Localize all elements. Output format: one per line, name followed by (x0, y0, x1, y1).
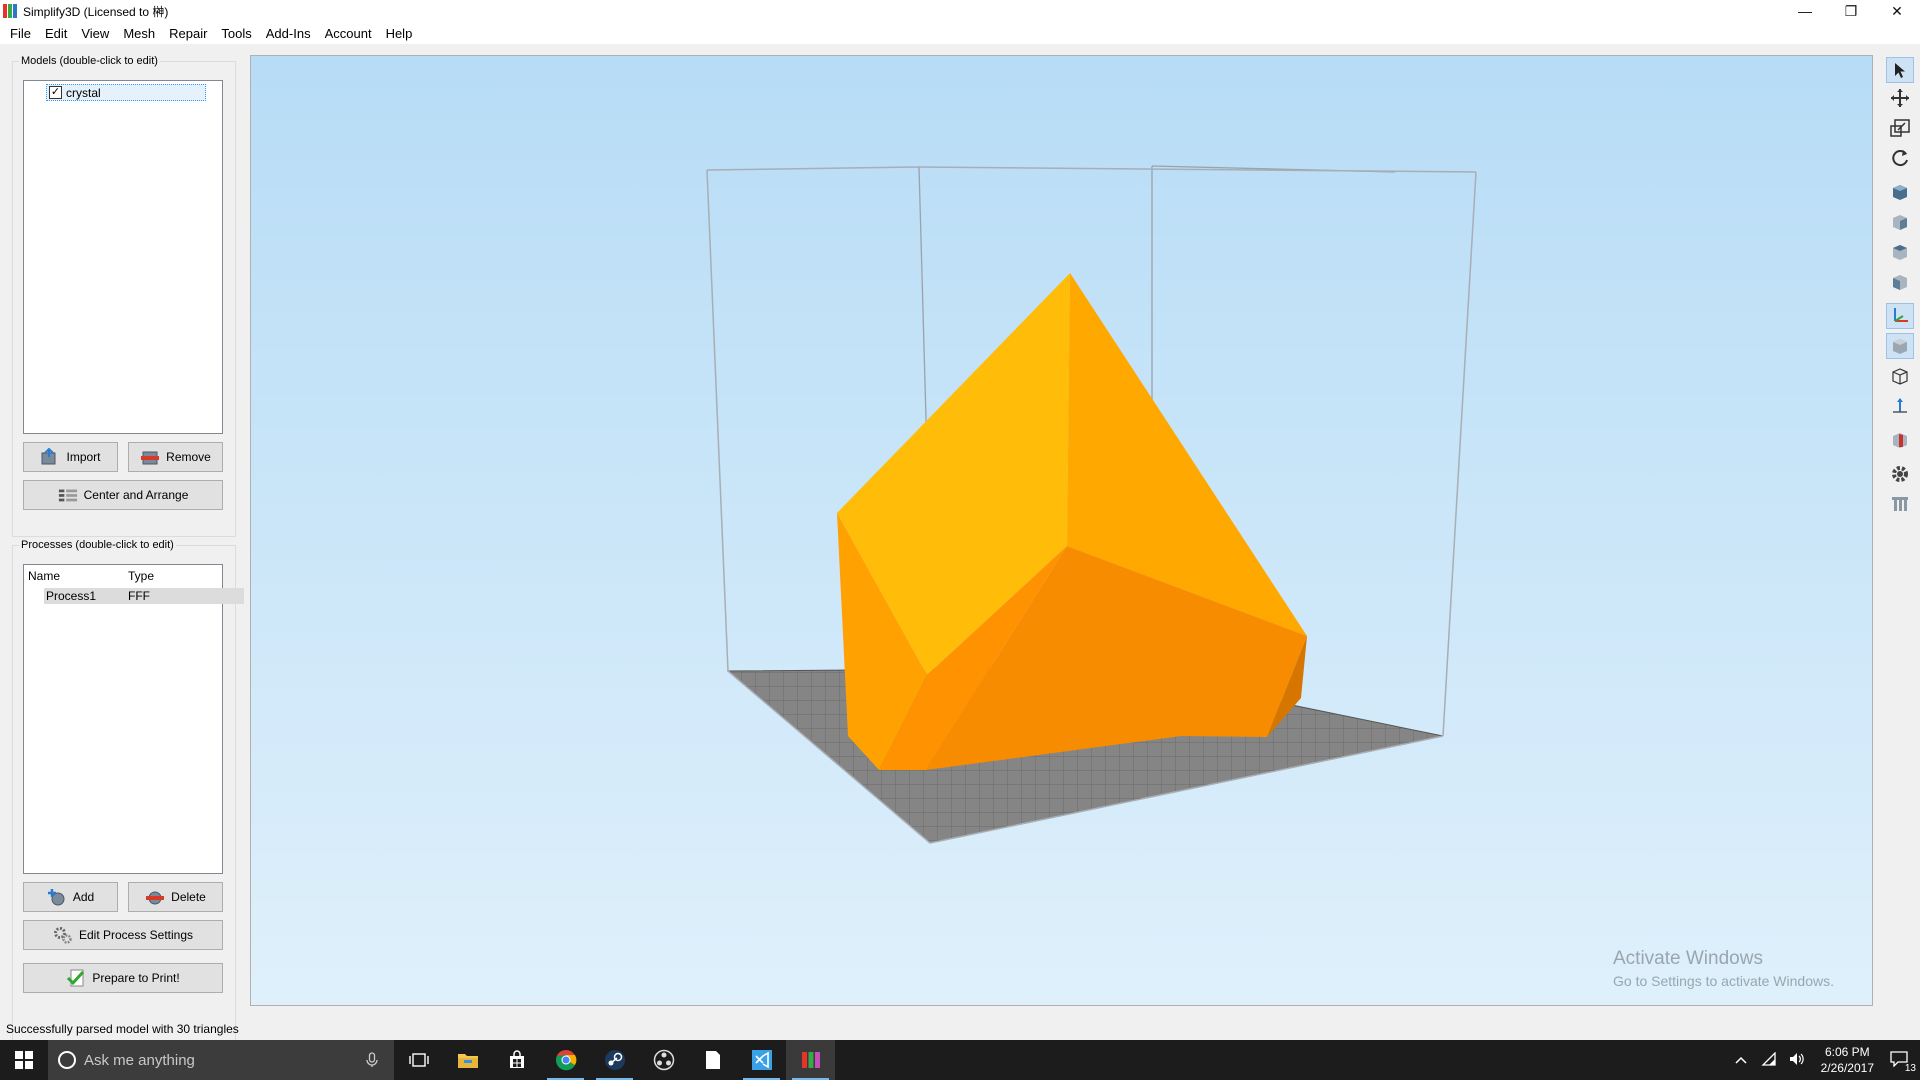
column-header-type[interactable]: Type (128, 569, 154, 583)
view-side-icon[interactable] (1886, 269, 1914, 295)
menu-bar: File Edit View Mesh Repair Tools Add-Ins… (0, 22, 1920, 44)
remove-icon (140, 448, 160, 466)
taskbar-clock[interactable]: 6:06 PM 2/26/2017 (1811, 1044, 1884, 1076)
microphone-icon[interactable] (366, 1052, 378, 1072)
models-group: Models (double-click to edit) ✓ crystal … (12, 55, 236, 537)
wireframe-view-icon[interactable] (1886, 363, 1914, 389)
clock-date: 2/26/2017 (1820, 1061, 1874, 1075)
processes-group: Processes (double-click to edit) Name Ty… (12, 539, 244, 1050)
obs-icon[interactable] (639, 1040, 688, 1080)
import-button[interactable]: Import (23, 442, 118, 472)
notification-count-badge: 13 (1904, 1062, 1916, 1074)
menu-add-ins[interactable]: Add-Ins (259, 26, 318, 41)
watermark-title: Activate Windows (1613, 948, 1763, 969)
store-icon[interactable] (492, 1040, 541, 1080)
delete-process-button[interactable]: Delete (128, 882, 223, 912)
menu-mesh[interactable]: Mesh (116, 26, 162, 41)
menu-view[interactable]: View (74, 26, 116, 41)
processes-table[interactable]: Name Type Process1 FFF (23, 564, 244, 874)
status-message: Successfully parsed model with 30 triang… (6, 1022, 239, 1036)
3d-viewport[interactable]: Activate Windows Go to Settings to activ… (250, 55, 1873, 1006)
close-button[interactable]: ✕ (1874, 0, 1920, 22)
menu-file[interactable]: File (3, 26, 38, 41)
process-name: Process1 (46, 589, 97, 603)
process-type: FFF (128, 589, 150, 603)
view-default-icon[interactable] (1886, 179, 1914, 205)
chevron-up-icon[interactable] (1727, 1053, 1755, 1067)
edit-process-settings-label: Edit Process Settings (78, 928, 194, 942)
view-front-icon[interactable] (1886, 209, 1914, 235)
steam-icon[interactable] (590, 1040, 639, 1080)
import-icon (40, 448, 60, 466)
windows-taskbar: Ask me anything 6:06 PM 2/26/2017 13 (0, 1040, 1920, 1080)
cortana-search-box[interactable]: Ask me anything (48, 1040, 394, 1080)
model-name: crystal (66, 85, 101, 100)
rotate-icon[interactable] (1886, 145, 1914, 171)
z-axis-icon[interactable] (1886, 393, 1914, 419)
activate-windows-watermark: Activate Windows Go to Settings to activ… (1613, 948, 1834, 989)
simplify3d-app-icon (3, 4, 17, 18)
process-row[interactable]: Process1 FFF (44, 588, 244, 604)
model-visibility-checkbox[interactable]: ✓ (49, 86, 62, 99)
add-label: Add (72, 890, 95, 904)
search-placeholder: Ask me anything (84, 1051, 195, 1069)
clock-time: 6:06 PM (1824, 1045, 1870, 1059)
status-bar: Successfully parsed model with 30 triang… (0, 1018, 1920, 1040)
left-panel: Models (double-click to edit) ✓ crystal … (0, 46, 245, 1050)
action-center-icon[interactable]: 13 (1884, 1050, 1920, 1074)
arrange-icon (58, 486, 78, 504)
view-top-icon[interactable] (1886, 239, 1914, 265)
menu-edit[interactable]: Edit (38, 26, 74, 41)
restore-button[interactable]: ❐ (1828, 0, 1874, 22)
center-and-arrange-button[interactable]: Center and Arrange (23, 480, 223, 510)
cross-section-icon[interactable] (1886, 427, 1914, 453)
visual-studio-icon[interactable] (737, 1040, 786, 1080)
axes-icon[interactable] (1886, 303, 1914, 329)
settings-gear-icon[interactable] (1886, 461, 1914, 487)
windows-start-icon[interactable] (0, 1040, 48, 1080)
simplify3d-taskbar-icon[interactable] (786, 1040, 835, 1080)
select-arrow-icon[interactable] (1886, 57, 1914, 83)
crystal-model (837, 273, 1307, 770)
models-group-title: Models (double-click to edit) (19, 55, 160, 67)
task-view-icon[interactable] (394, 1040, 443, 1080)
delete-label: Delete (171, 890, 206, 904)
prepare-to-print-label: Prepare to Print! (92, 971, 180, 985)
volume-icon[interactable] (1783, 1052, 1811, 1069)
scale-icon[interactable] (1886, 115, 1914, 141)
chrome-icon[interactable] (541, 1040, 590, 1080)
document-icon[interactable] (688, 1040, 737, 1080)
menu-help[interactable]: Help (379, 26, 420, 41)
checkmark-document-icon (66, 969, 86, 987)
column-header-name[interactable]: Name (28, 569, 60, 583)
remove-button[interactable]: Remove (128, 442, 223, 472)
move-icon[interactable] (1886, 85, 1914, 111)
menu-tools[interactable]: Tools (214, 26, 258, 41)
supports-icon[interactable] (1886, 491, 1914, 517)
delete-icon (145, 888, 165, 906)
add-process-button[interactable]: Add (23, 882, 118, 912)
gears-icon (53, 926, 73, 944)
window-title: Simplify3D (Licensed to 榊) (23, 4, 169, 19)
remove-label: Remove (166, 450, 211, 464)
center-and-arrange-label: Center and Arrange (83, 488, 189, 502)
add-icon (47, 888, 67, 906)
network-icon[interactable] (1755, 1050, 1783, 1069)
processes-group-title: Processes (double-click to edit) (19, 539, 176, 551)
minimize-button[interactable]: — (1782, 0, 1828, 22)
import-label: Import (66, 450, 101, 464)
system-tray: 6:06 PM 2/26/2017 13 (1727, 1040, 1920, 1080)
prepare-to-print-button[interactable]: Prepare to Print! (23, 963, 223, 993)
edit-process-settings-button[interactable]: Edit Process Settings (23, 920, 223, 950)
model-item-crystal[interactable]: ✓ crystal (46, 84, 206, 101)
menu-account[interactable]: Account (318, 26, 379, 41)
right-toolbar (1880, 55, 1920, 1006)
file-explorer-icon[interactable] (443, 1040, 492, 1080)
cortana-circle-icon (58, 1051, 76, 1069)
watermark-subtitle: Go to Settings to activate Windows. (1613, 973, 1834, 989)
solid-view-icon[interactable] (1886, 333, 1914, 359)
title-bar: Simplify3D (Licensed to 榊) — ❐ ✕ (0, 0, 1920, 22)
models-list[interactable]: ✓ crystal (23, 80, 223, 434)
menu-repair[interactable]: Repair (162, 26, 214, 41)
